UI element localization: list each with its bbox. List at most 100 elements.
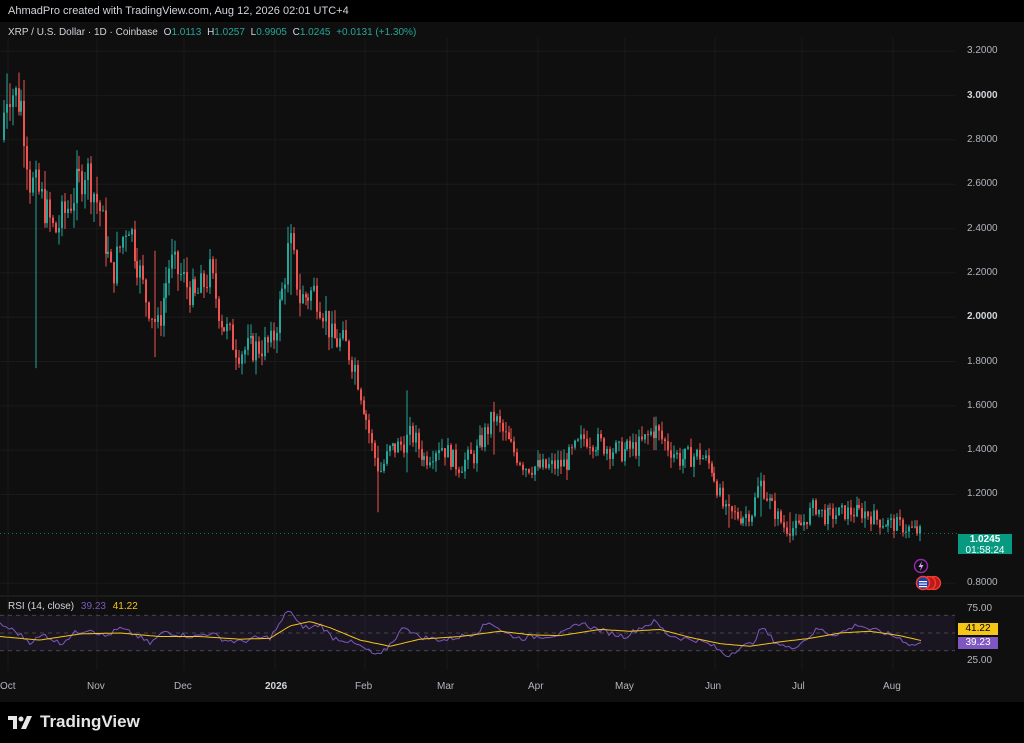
candle-body <box>699 449 701 460</box>
candle-body <box>763 480 765 499</box>
price-chart[interactable] <box>0 22 1024 702</box>
candle-body <box>281 288 283 300</box>
candle-body <box>583 434 585 439</box>
candle-body <box>403 444 405 453</box>
candle-body <box>110 251 112 263</box>
candle-body <box>638 436 640 456</box>
candle-body <box>757 486 759 498</box>
candle-body <box>58 227 60 233</box>
candle-body <box>914 526 916 528</box>
candle-body <box>629 440 631 449</box>
candle-body <box>145 279 147 303</box>
candle-body <box>264 337 266 357</box>
candle-body <box>777 511 779 520</box>
rsi-title: RSI (14, close) <box>8 601 75 612</box>
candle-body <box>508 432 510 440</box>
candle-body <box>247 338 249 350</box>
candle-body <box>589 446 591 448</box>
candle-body <box>571 447 573 449</box>
candle-body <box>418 432 420 450</box>
candle-body <box>461 471 463 473</box>
candle-body <box>400 441 402 445</box>
candle-body <box>766 498 768 501</box>
candle-body <box>55 223 57 233</box>
candle-body <box>487 427 489 435</box>
candle-body <box>870 516 872 525</box>
candle-body <box>600 433 602 439</box>
time-tick-label: Aug <box>883 681 901 692</box>
candle-body <box>734 511 736 513</box>
candle-body <box>618 441 620 443</box>
us-economic-events-icon[interactable] <box>913 575 943 591</box>
candle-body <box>270 330 272 343</box>
candle-body <box>174 251 176 255</box>
candle-body <box>464 459 466 472</box>
candle-body <box>296 250 298 290</box>
price-tick-label: 2.0000 <box>967 311 998 323</box>
low-value: 0.9905 <box>256 27 287 38</box>
rsi-ma-tag: 41.22 <box>958 623 998 635</box>
candle-body <box>177 251 179 275</box>
candle-body <box>496 416 498 422</box>
price-tick-label: 2.6000 <box>967 178 998 190</box>
candle-body <box>9 104 11 107</box>
chart-area[interactable] <box>0 22 1024 702</box>
candle-body <box>597 433 599 451</box>
candle-body <box>632 442 634 449</box>
candle-body <box>893 518 895 531</box>
candle-body <box>261 353 263 357</box>
candle-body <box>12 95 14 107</box>
candle-body <box>905 531 907 533</box>
candle-body <box>368 419 370 434</box>
time-tick-label: Jun <box>705 681 722 692</box>
candle-body <box>873 510 875 525</box>
candle-body <box>890 518 892 521</box>
candle-body <box>325 310 327 322</box>
candle-body <box>650 431 652 435</box>
candle-body <box>363 400 365 414</box>
last-price-tag: 1.0245 01:58:24 <box>958 534 1012 556</box>
candle-body <box>322 317 324 322</box>
candle-body <box>290 233 292 244</box>
candle-body <box>302 294 304 304</box>
candle-body <box>186 271 188 288</box>
candle-body <box>35 169 37 178</box>
time-tick-label: Feb <box>355 681 373 692</box>
candle-body <box>90 163 92 203</box>
candle-body <box>458 469 460 473</box>
candle-body <box>861 508 863 519</box>
candle-body <box>879 519 881 528</box>
candle-body <box>876 510 878 520</box>
candle-body <box>641 436 643 440</box>
candle-body <box>568 447 570 470</box>
attribution-bar: AhmadPro created with TradingView.com, A… <box>0 0 1024 22</box>
candle-body <box>682 459 684 466</box>
tradingview-logo[interactable]: TradingView <box>8 712 140 732</box>
candle-body <box>725 504 727 507</box>
candle-body <box>525 469 527 471</box>
candle-body <box>151 318 153 320</box>
candle-body <box>67 208 69 213</box>
candle-body <box>821 509 823 511</box>
candle-body <box>305 294 307 298</box>
candle-body <box>887 520 889 526</box>
candle-body <box>107 251 109 254</box>
candle-body <box>192 279 194 306</box>
candle-body <box>885 525 887 527</box>
candle-body <box>896 516 898 531</box>
candle-body <box>606 448 608 454</box>
candle-body <box>29 169 31 193</box>
candle-body <box>908 526 910 532</box>
candle-body <box>409 425 411 435</box>
candle-body <box>76 168 78 204</box>
candle-body <box>667 441 669 451</box>
candle-body <box>742 517 744 524</box>
candle-body <box>522 464 524 471</box>
price-tick-label: 1.2000 <box>967 488 998 500</box>
candle-body <box>786 527 788 534</box>
event-flash-icon[interactable] <box>913 558 929 574</box>
candle-body <box>113 262 115 284</box>
candle-body <box>421 449 423 460</box>
candle-body <box>693 456 695 467</box>
candle-body <box>371 433 373 443</box>
